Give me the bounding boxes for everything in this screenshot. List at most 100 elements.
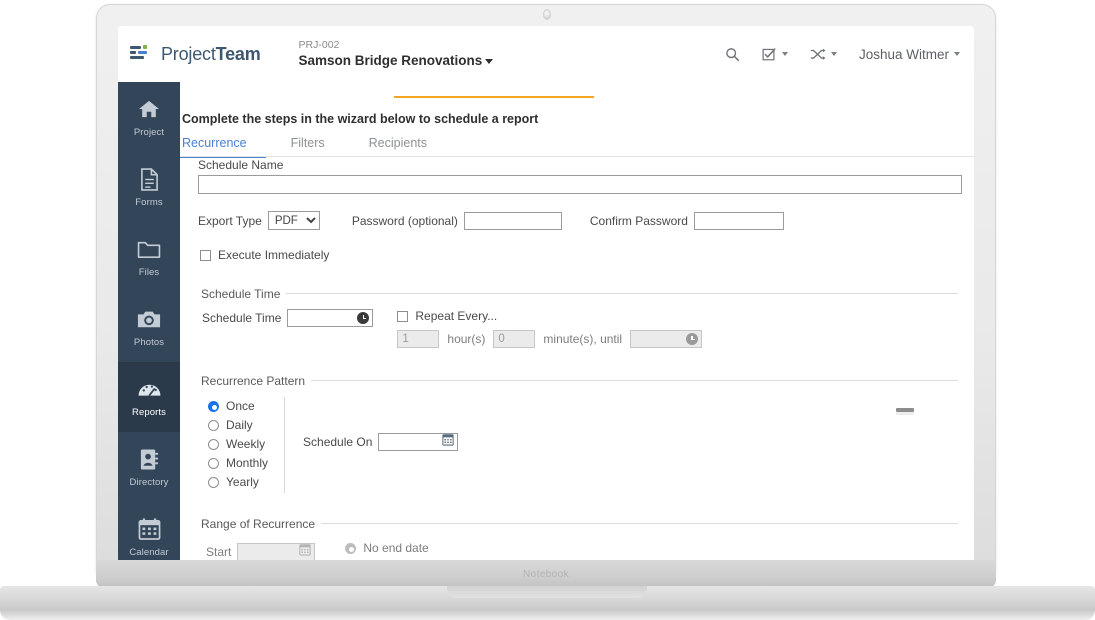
clock-icon[interactable] — [357, 312, 370, 324]
radio-daily-input[interactable] — [208, 419, 219, 431]
chevron-down-icon — [954, 52, 960, 56]
password-label: Password (optional) — [351, 213, 458, 228]
search-icon — [726, 47, 740, 61]
sidebar-item-photos[interactable]: Photos — [118, 292, 180, 362]
minus-icon[interactable] — [896, 408, 914, 415]
repeat-every-group: Repeat Every... hour(s) minute(s), until — [397, 309, 703, 348]
password-input[interactable] — [463, 211, 562, 230]
shuffle-menu-button[interactable] — [810, 47, 837, 62]
sidebar-item-forms[interactable]: Forms — [118, 152, 180, 222]
wizard-tabs: Recurrence Filters Recipients — [180, 136, 974, 158]
project-code: PRJ-002 — [298, 39, 340, 52]
export-type-label: Export Type — [198, 213, 262, 228]
camera-icon — [137, 306, 161, 332]
schedule-name-group: Schedule Name — [198, 158, 974, 194]
repeat-interval-row: hour(s) minute(s), until — [397, 330, 703, 348]
recurrence-pattern-section: Recurrence Pattern Once Daily Weekly Mon… — [196, 372, 958, 493]
start-date-row: Start — [206, 543, 316, 561]
radio-monthly-input[interactable] — [208, 457, 219, 469]
app-window: ProjectTeam PRJ-002 Samson Bridge Renova… — [118, 26, 974, 568]
search-button[interactable] — [725, 47, 740, 62]
repeat-every-checkbox[interactable] — [397, 310, 409, 322]
laptop-chin: Notebook — [96, 560, 996, 588]
top-header: ProjectTeam PRJ-002 Samson Bridge Renova… — [118, 26, 974, 82]
folder-icon — [137, 236, 161, 262]
radio-monthly-label: Monthly — [226, 456, 269, 470]
device-label: Notebook — [522, 568, 569, 580]
radio-weekly-label: Weekly — [226, 437, 266, 451]
tabs-divider — [180, 156, 974, 157]
no-end-date-label: No end date — [363, 541, 429, 555]
calendar-icon[interactable] — [442, 433, 455, 451]
radio-weekly[interactable]: Weekly — [208, 437, 268, 451]
range-of-recurrence-legend: Range of Recurrence — [196, 517, 322, 531]
radio-daily-label: Daily — [226, 418, 253, 432]
tab-filters[interactable]: Filters — [291, 136, 325, 158]
sidebar-item-calendar[interactable]: Calendar — [118, 502, 180, 568]
export-type-select[interactable]: PDF — [267, 211, 320, 230]
radio-yearly[interactable]: Yearly — [208, 475, 268, 489]
repeat-every-label: Repeat Every... — [415, 309, 498, 323]
recurrence-pattern-body: Once Daily Weekly Monthly Yearly Schedul… — [196, 397, 958, 493]
sidebar-item-reports[interactable]: Reports — [118, 362, 180, 432]
laptop-notch — [447, 586, 647, 598]
schedule-on-field[interactable] — [378, 433, 459, 451]
schedule-time-field[interactable] — [287, 309, 374, 327]
radio-monthly[interactable]: Monthly — [208, 456, 268, 470]
schedule-on-label: Schedule On — [303, 435, 373, 449]
confirm-password-input[interactable] — [693, 211, 784, 230]
radio-no-end-date[interactable]: No end date — [345, 541, 535, 555]
radio-yearly-input[interactable] — [208, 476, 219, 488]
radio-once-label: Once — [226, 399, 255, 413]
chevron-down-icon — [781, 52, 788, 56]
address-book-icon — [139, 446, 159, 472]
checkbox-icon — [762, 47, 776, 60]
radio-no-end-date-input[interactable] — [345, 542, 357, 554]
sidebar-item-project[interactable]: Project — [118, 82, 180, 152]
execute-immediately-label: Execute Immediately — [218, 248, 330, 262]
brand-light-text: Project — [161, 43, 216, 64]
schedule-time-body: Schedule Time Repeat Every... 1 hour(s) … — [196, 309, 958, 348]
projectteam-logo-icon — [130, 45, 154, 63]
user-menu-button[interactable]: Joshua Witmer — [859, 47, 960, 62]
radio-weekly-input[interactable] — [208, 438, 219, 450]
recurrence-options: Once Daily Weekly Monthly Yearly — [196, 397, 286, 493]
schedule-time-legend: Schedule Time — [196, 287, 287, 301]
fieldset-rule — [204, 380, 958, 381]
tab-recurrence[interactable]: Recurrence — [182, 136, 247, 158]
radio-once[interactable]: Once — [208, 399, 268, 413]
repeat-hours-input[interactable] — [397, 330, 440, 348]
main-content: Complete the steps in the wizard below t… — [180, 98, 974, 568]
brand-text: ProjectTeam — [161, 44, 261, 65]
calendar-icon[interactable] — [299, 543, 312, 561]
home-icon — [138, 96, 160, 122]
execute-immediately-checkbox[interactable] — [200, 249, 211, 261]
start-date-field[interactable] — [237, 543, 316, 561]
tasks-menu-button[interactable] — [762, 47, 788, 62]
repeat-every-row[interactable]: Repeat Every... — [397, 309, 702, 323]
tab-recipients[interactable]: Recipients — [369, 136, 427, 158]
until-time-field[interactable] — [630, 330, 703, 348]
document-icon — [140, 166, 159, 192]
schedule-name-input[interactable] — [198, 175, 962, 194]
radio-daily[interactable]: Daily — [208, 418, 268, 432]
header-actions: Joshua Witmer — [725, 26, 960, 82]
recurrence-pattern-legend: Recurrence Pattern — [196, 374, 312, 388]
gauge-icon — [137, 376, 162, 402]
execute-immediately-row[interactable]: Execute Immediately — [200, 248, 974, 262]
sidebar-label: Forms — [135, 197, 163, 208]
schedule-name-label: Schedule Name — [198, 158, 284, 172]
clock-icon[interactable] — [686, 333, 699, 345]
webcam-icon — [543, 9, 551, 20]
repeat-minutes-input[interactable] — [493, 330, 536, 348]
sidebar-item-directory[interactable]: Directory — [118, 432, 180, 502]
project-name[interactable]: Samson Bridge Renovations — [299, 53, 494, 69]
chevron-down-icon — [830, 52, 837, 56]
sidebar: Project Forms Files Photos Reports Direc… — [118, 82, 180, 568]
laptop-screen: ProjectTeam PRJ-002 Samson Bridge Renova… — [118, 26, 974, 568]
radio-once-input[interactable] — [208, 400, 219, 412]
sidebar-item-files[interactable]: Files — [118, 222, 180, 292]
project-selector[interactable]: PRJ-002 Samson Bridge Renovations — [299, 39, 494, 69]
project-name-text: Samson Bridge Renovations — [298, 53, 483, 69]
brand-logo[interactable]: ProjectTeam — [130, 44, 261, 65]
